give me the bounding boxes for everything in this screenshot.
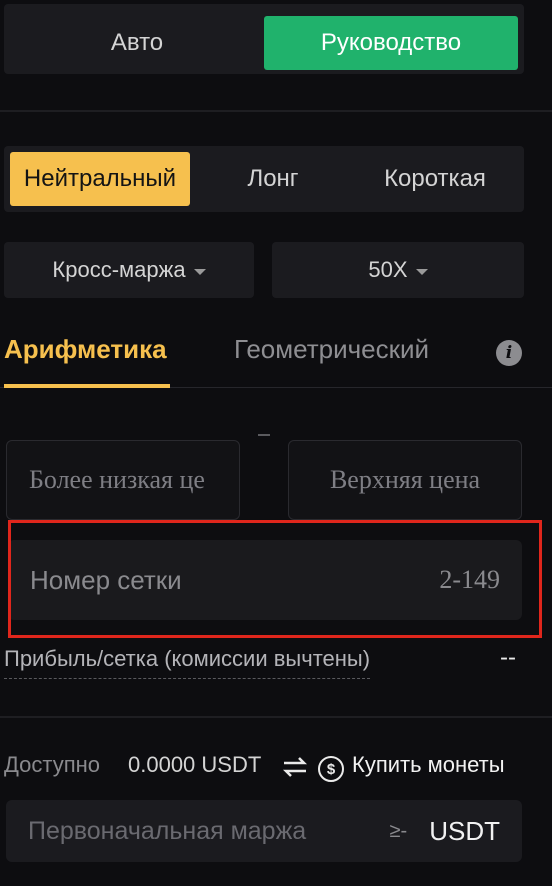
buy-coins-link[interactable]: Купить монеты xyxy=(352,752,505,778)
min-indicator: ≥- xyxy=(389,819,408,842)
margin-mode-select[interactable]: Кросс-маржа xyxy=(4,242,254,298)
divider xyxy=(0,716,552,718)
divider xyxy=(0,110,552,112)
upper-price-input[interactable]: Верхняя цена xyxy=(288,440,522,520)
leverage-label: 50X xyxy=(368,257,408,282)
lower-price-placeholder: Более низкая це xyxy=(29,465,205,494)
initial-margin-suffix: ≥- USDT xyxy=(390,816,500,847)
tab-active-underline xyxy=(4,384,170,388)
mode-auto-tab[interactable]: Авто xyxy=(10,16,264,70)
caret-down-icon xyxy=(415,268,428,275)
profit-per-grid-label[interactable]: Прибыль/сетка (комиссии вычтены) xyxy=(4,646,371,679)
caret-down-icon xyxy=(193,268,206,275)
dollar-icon[interactable]: $ xyxy=(318,756,344,782)
available-label: Доступно xyxy=(4,752,101,777)
mode-manual-tab[interactable]: Руководство xyxy=(264,16,518,70)
direction-short-button[interactable]: Короткая xyxy=(352,152,518,206)
available-balance: 0.0000 USDT xyxy=(128,752,262,777)
dollar-glyph: $ xyxy=(326,760,336,778)
initial-margin-input[interactable]: Первоначальная маржа ≥- USDT xyxy=(6,800,522,862)
leverage-select[interactable]: 50X xyxy=(272,242,524,298)
range-separator xyxy=(258,434,270,436)
direction-long-button[interactable]: Лонг xyxy=(196,152,350,206)
upper-price-placeholder: Верхняя цена xyxy=(329,465,481,494)
initial-margin-placeholder: Первоначальная маржа xyxy=(28,816,307,845)
highlight-frame xyxy=(8,520,542,638)
info-icon[interactable]: i xyxy=(496,340,522,366)
lower-price-input[interactable]: Более низкая це xyxy=(6,440,240,520)
profit-per-grid-value: -- xyxy=(500,644,516,671)
transfer-icon[interactable] xyxy=(282,756,308,778)
margin-mode-label: Кросс-маржа xyxy=(52,257,186,282)
tab-arithmetic[interactable]: Арифметика xyxy=(4,334,167,365)
tab-geometric[interactable]: Геометрический xyxy=(234,334,429,365)
direction-neutral-button[interactable]: Нейтральный xyxy=(10,152,190,206)
currency-label: USDT xyxy=(429,815,500,846)
info-glyph: i xyxy=(505,343,513,363)
